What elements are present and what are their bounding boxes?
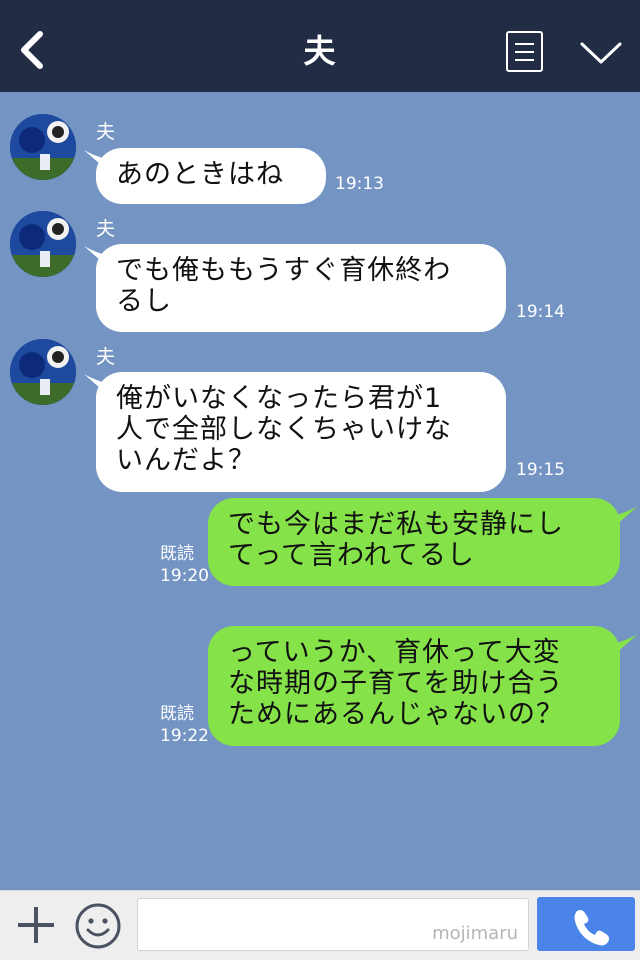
message-input[interactable]: mojimaru [137,898,529,951]
incoming-message-bubble[interactable]: でも俺ももうすぐ育休終わ るし [96,244,506,332]
message-line: てって言われてるし [228,540,475,571]
message-line: でも今はまだ私も安静にし [228,509,564,540]
message-line: るし [116,286,172,317]
chat-title: 夫 [303,32,337,70]
message-line: ためにあるんじゃないの？ [228,699,564,730]
outgoing-message-bubble[interactable]: っていうか、育休って大変 な時期の子育てを助け合う ためにあるんじゃないの？ [208,626,620,746]
message-time: 19:15 [516,460,565,480]
message-time: 19:14 [516,302,565,322]
outgoing-message-bubble[interactable]: でも今はまだ私も安静にし てって言われてるし [208,498,620,586]
message-line: 俺がいなくなったら君が1 [116,383,443,414]
sender-name: 夫 [96,218,116,240]
watermark: mojimaru [432,923,518,944]
emoji-icon[interactable] [74,902,122,950]
sender-name: 夫 [96,346,116,368]
message-line: いんだよ？ [116,445,256,476]
avatar[interactable] [10,114,76,180]
notes-menu-icon[interactable] [506,31,543,72]
message-line: でも俺ももうすぐ育休終わ [116,255,452,286]
plus-icon[interactable] [16,905,56,945]
sender-name: 夫 [96,121,116,143]
message-line: あのときはね [116,159,284,190]
avatar[interactable] [10,211,76,277]
chevron-down-icon[interactable] [578,36,624,68]
message-line: な時期の子育てを助け合う [228,668,564,699]
read-receipt: 既読 [160,704,194,724]
avatar[interactable] [10,339,76,405]
message-line: っていうか、育休って大変 [228,637,561,668]
incoming-message-bubble[interactable]: あのときはね [96,148,326,204]
call-button[interactable] [537,897,635,951]
incoming-message-bubble[interactable]: 俺がいなくなったら君が1 人で全部しなくちゃいけな いんだよ？ [96,372,506,492]
phone-icon [574,909,610,946]
chat-header: 夫 [0,0,640,92]
message-time: 19:13 [335,174,384,194]
input-bar: mojimaru [0,890,640,960]
message-list[interactable]: 夫 あのときはね 19:13 夫 でも俺ももうすぐ育休終わ るし 19:14 夫… [0,92,640,890]
message-time: 19:20 [160,566,209,586]
message-time: 19:22 [160,726,209,746]
read-receipt: 既読 [160,544,194,564]
message-line: 人で全部しなくちゃいけな [116,414,452,445]
